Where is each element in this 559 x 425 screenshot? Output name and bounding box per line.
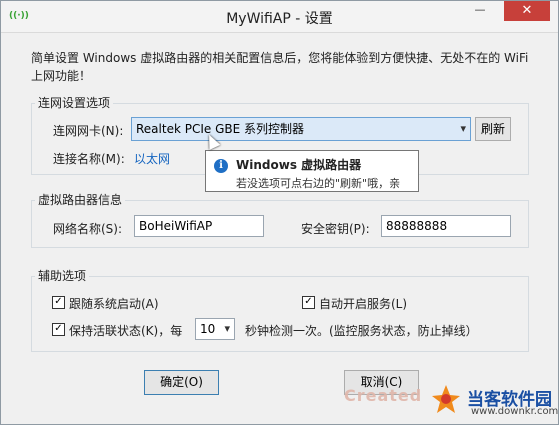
ssid-label: 网络名称(S): <box>53 222 123 236</box>
interval-suffix: 秒钟检测一次。(监控服务状态，防止掉线） <box>245 324 478 338</box>
brand-logo-icon <box>432 385 460 413</box>
info-icon: i <box>214 159 228 173</box>
adapter-label: 连网网卡(N): <box>53 124 124 138</box>
autostart-label[interactable]: 跟随系统启动(A) <box>69 295 159 312</box>
tooltip-title: Windows 虚拟路由器 <box>236 158 362 172</box>
adapter-tooltip: i Windows 虚拟路由器 若没选项可点右边的"刷新"哦，亲 <box>205 150 419 192</box>
adapter-value: Realtek PCIe GBE 系列控制器 <box>136 122 305 136</box>
tooltip-text: 若没选项可点右边的"刷新"哦，亲 <box>236 177 401 190</box>
key-input[interactable]: 88888888 <box>381 215 511 237</box>
watermark-url: www.downkr.com <box>471 406 559 417</box>
chevron-down-icon: ▾ <box>224 322 230 335</box>
intro-text: 简单设置 Windows 虚拟路由器的相关配置信息后，您将能体验到方便快捷、无处… <box>31 51 529 83</box>
router-group-title: 虚拟路由器信息 <box>35 191 126 208</box>
aux-group <box>31 276 529 352</box>
watermark-created: Created <box>344 386 423 405</box>
adapter-dropdown[interactable]: Realtek PCIe GBE 系列控制器 ▾ <box>131 117 471 141</box>
close-button[interactable]: ✕ <box>504 1 550 21</box>
connection-name-link[interactable]: 以太网 <box>134 150 170 167</box>
network-group-title: 连网设置选项 <box>35 94 114 111</box>
autoservice-label[interactable]: 自动开启服务(L) <box>319 295 407 312</box>
ssid-input[interactable]: BoHeiWifiAP <box>134 215 264 237</box>
interval-value: 10 <box>200 322 216 336</box>
aux-group-title: 辅助选项 <box>35 267 90 284</box>
keepalive-checkbox[interactable]: ✓ <box>52 323 65 336</box>
connection-label: 连接名称(M): <box>53 152 125 166</box>
refresh-button[interactable]: 刷新 <box>475 117 511 141</box>
minimize-button[interactable]: — <box>467 1 493 21</box>
chevron-down-icon: ▾ <box>460 122 466 135</box>
ok-button[interactable]: 确定(O) <box>144 370 219 395</box>
autoservice-checkbox[interactable]: ✓ <box>302 296 315 309</box>
key-label: 安全密钥(P): <box>301 222 370 236</box>
keepalive-label[interactable]: 保持活联状态(K)，每 <box>69 322 182 339</box>
title-bar[interactable]: ((·)) MyWifiAP - 设置 — ✕ <box>1 1 558 33</box>
interval-dropdown[interactable]: 10 ▾ <box>195 318 235 340</box>
autostart-checkbox[interactable]: ✓ <box>52 296 65 309</box>
settings-window: ((·)) MyWifiAP - 设置 — ✕ 简单设置 Windows 虚拟路… <box>0 0 559 425</box>
